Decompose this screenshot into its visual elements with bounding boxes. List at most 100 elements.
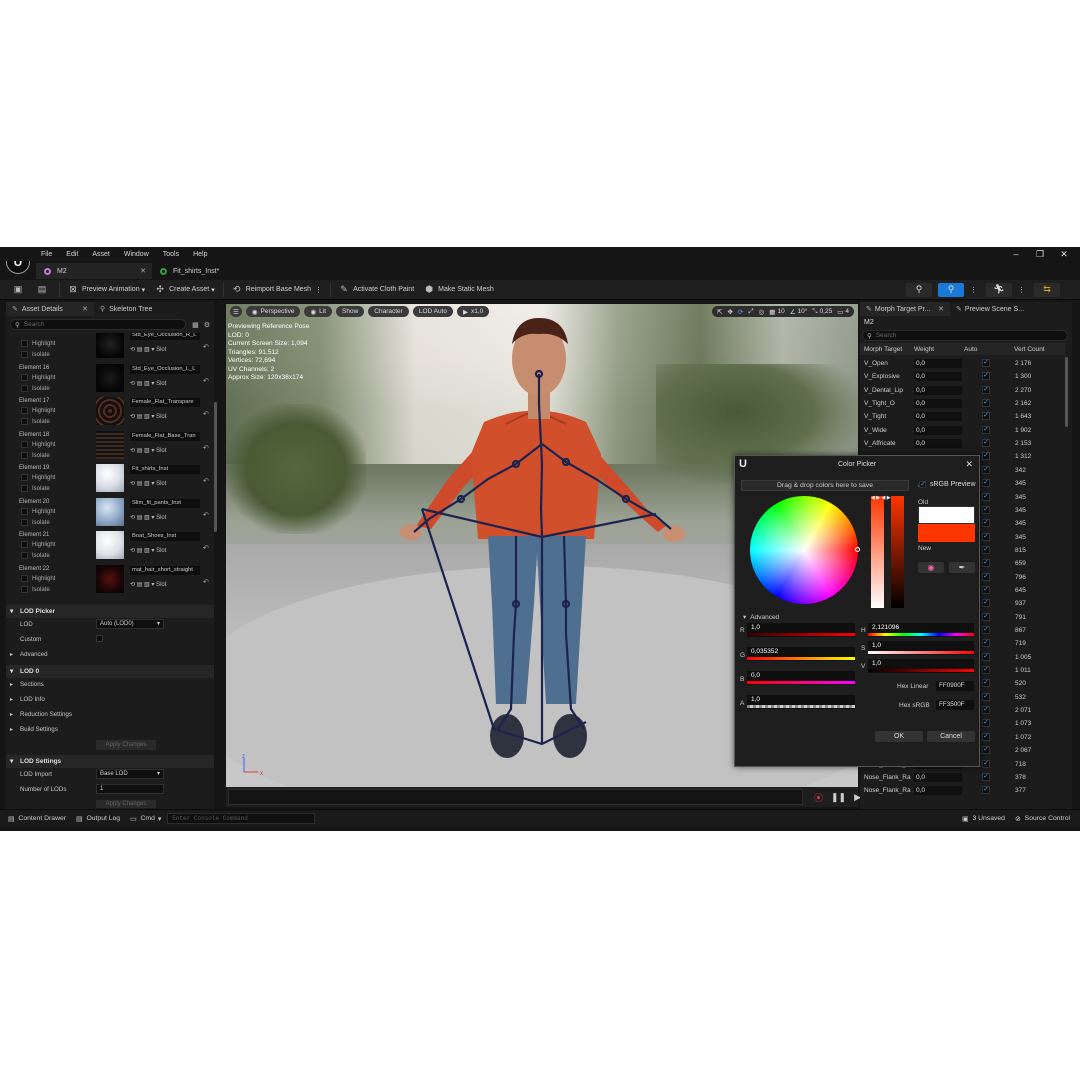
weight-slider[interactable] — [936, 385, 962, 395]
advanced-row[interactable]: ▸ Advanced — [10, 651, 48, 658]
highlight-checkbox[interactable] — [21, 541, 28, 548]
material-thumbnail[interactable] — [96, 430, 124, 459]
more-options-icon[interactable]: ⋮ — [1018, 286, 1025, 294]
auto-checkbox[interactable]: ✓ — [982, 412, 990, 421]
auto-checkbox[interactable]: ✓ — [982, 572, 990, 581]
auto-checkbox[interactable]: ✓ — [982, 599, 990, 608]
chevron-down-icon[interactable]: ▾ — [151, 448, 154, 454]
record-icon[interactable]: ⦿ — [814, 791, 823, 804]
minimize-icon[interactable]: – — [1004, 249, 1028, 259]
auto-checkbox[interactable]: ✓ — [982, 719, 990, 728]
material-name-field[interactable]: Boat_Shoes_Inst — [130, 532, 200, 541]
new-color-swatch[interactable] — [918, 524, 975, 542]
reimport-button[interactable]: ⟲ Reimport Base Mesh ⋮ — [227, 282, 327, 298]
weight-slider[interactable] — [936, 786, 962, 796]
weight-slider[interactable] — [936, 439, 962, 449]
isolate-option[interactable]: Isolate — [21, 418, 50, 425]
table-view-icon[interactable]: ▦ — [192, 321, 199, 329]
viewport-menu-button[interactable]: ☰ — [230, 306, 242, 317]
material-icon[interactable]: ▧ — [144, 381, 150, 387]
reset-icon[interactable]: ↶ — [203, 544, 209, 552]
material-icon[interactable]: ▧ — [144, 582, 150, 588]
angle-snap-icon[interactable]: ∠ — [790, 308, 796, 316]
isolate-option[interactable]: Isolate — [21, 485, 50, 492]
scrollbar[interactable] — [1065, 357, 1068, 427]
perspective-button[interactable]: ◉ Perspective — [245, 306, 301, 317]
auto-checkbox[interactable]: ✓ — [982, 772, 990, 781]
mesh-mode-button[interactable]: ⚲ — [938, 282, 964, 297]
translate-icon[interactable]: ✥ — [728, 308, 733, 316]
menu-help[interactable]: Help — [193, 251, 207, 258]
auto-checkbox[interactable]: ✓ — [982, 492, 990, 501]
isolate-option[interactable]: Isolate — [21, 518, 50, 526]
g-slider[interactable]: 0,035352 — [747, 647, 855, 661]
auto-checkbox[interactable]: ✓ — [982, 372, 990, 381]
pause-icon[interactable]: ❚❚ — [831, 792, 846, 803]
r-slider[interactable]: 1,0 — [747, 623, 855, 637]
highlight-option[interactable]: Highlight — [21, 407, 55, 414]
num-lods-input[interactable]: 1 — [96, 784, 164, 794]
auto-checkbox[interactable]: ✓ — [982, 559, 990, 568]
material-thumbnail[interactable] — [96, 397, 124, 425]
morph-target-row[interactable]: Nose_Flank_Ra 0,0 ✓ 377 — [860, 784, 1065, 797]
preview-animation-button[interactable]: ⊠ Preview Animation ▾ — [63, 282, 150, 298]
cloth-paint-button[interactable]: ✎ Activate Cloth Paint — [334, 282, 419, 298]
morph-search-input[interactable]: ⚲ Search — [862, 330, 1068, 341]
material-thumbnail[interactable] — [96, 531, 124, 559]
ok-button[interactable]: OK — [875, 731, 923, 742]
highlight-checkbox[interactable] — [21, 440, 28, 448]
auto-checkbox[interactable]: ✓ — [982, 545, 990, 554]
isolate-option[interactable]: Isolate — [21, 451, 50, 459]
weight-slider[interactable] — [936, 399, 962, 409]
saturation-slider[interactable] — [871, 496, 884, 608]
make-static-mesh-button[interactable]: ⬢ Make Static Mesh — [419, 282, 499, 298]
material-name-field[interactable]: Std_Eye_Occlusion_R_L — [130, 333, 200, 340]
morph-target-row[interactable]: Nose_Flank_Ra 0,0 ✓ 378 — [860, 771, 1065, 784]
create-asset-button[interactable]: ✣ Create Asset ▾ — [150, 282, 220, 298]
camera-speed-icon[interactable]: ▭ — [837, 308, 843, 316]
color-picker-titlebar[interactable]: U Color Picker ✕ — [735, 456, 979, 474]
auto-checkbox[interactable]: ✓ — [982, 505, 990, 514]
reset-icon[interactable]: ↶ — [203, 477, 209, 485]
material-name-field[interactable]: Fit_shirts_Inst — [130, 465, 200, 474]
weight-input[interactable]: 0,0 — [914, 412, 936, 422]
material-thumbnail[interactable] — [96, 363, 124, 392]
lit-button[interactable]: ◉ Lit — [304, 306, 333, 317]
tab-asset-details[interactable]: ✎ Asset Details ✕ — [6, 302, 94, 316]
color-wheel-mode-button[interactable]: ◉ — [918, 562, 944, 573]
auto-checkbox[interactable]: ✓ — [982, 652, 990, 661]
weight-slider[interactable] — [936, 372, 962, 382]
browse-icon[interactable]: ▤ — [137, 548, 143, 554]
console-input[interactable]: Enter Console Command — [167, 813, 316, 824]
select-icon[interactable]: ⇱ — [717, 308, 722, 316]
morph-target-row[interactable]: V_Tight_O 0,0 ✓ 2 162 — [860, 397, 1065, 410]
auto-checkbox[interactable]: ✓ — [982, 479, 990, 488]
weight-input[interactable]: 0,0 — [914, 385, 936, 395]
reset-icon[interactable]: ↶ — [203, 343, 209, 351]
use-selected-icon[interactable]: ⟲ — [130, 414, 135, 420]
close-tab-icon[interactable]: ✕ — [82, 305, 88, 313]
isolate-checkbox[interactable] — [21, 518, 28, 526]
weight-input[interactable]: 0,0 — [914, 772, 936, 782]
close-window-icon[interactable]: ✕ — [1052, 249, 1076, 260]
auto-checkbox[interactable]: ✓ — [982, 439, 990, 448]
material-icon[interactable]: ▧ — [144, 481, 150, 487]
apply-changes-button[interactable]: Apply Changes — [96, 740, 156, 750]
srgb-preview-toggle[interactable]: ✓ sRGB Preview — [919, 481, 976, 488]
content-drawer-button[interactable]: ▤ Content Drawer — [8, 815, 66, 823]
material-icon[interactable]: ▧ — [144, 414, 150, 420]
weight-slider[interactable] — [936, 412, 962, 422]
weight-input[interactable]: 0,0 — [914, 425, 936, 435]
lod-auto-button[interactable]: LOD Auto — [412, 306, 454, 317]
skeleton-mode-button[interactable]: ⚲ — [906, 282, 932, 297]
auto-checkbox[interactable]: ✓ — [982, 585, 990, 594]
weight-input[interactable]: 0,0 — [914, 399, 936, 409]
color-wheel[interactable] — [750, 496, 858, 604]
chevron-down-icon[interactable]: ▾ — [151, 515, 154, 521]
auto-checkbox[interactable]: ✓ — [982, 385, 990, 394]
highlight-option[interactable]: Highlight — [21, 373, 55, 381]
timeline-track[interactable] — [228, 789, 803, 805]
lod-info-row[interactable]: ▸ LOD Info — [10, 696, 45, 703]
material-icon[interactable]: ▧ — [144, 448, 150, 454]
material-thumbnail[interactable] — [96, 333, 124, 358]
